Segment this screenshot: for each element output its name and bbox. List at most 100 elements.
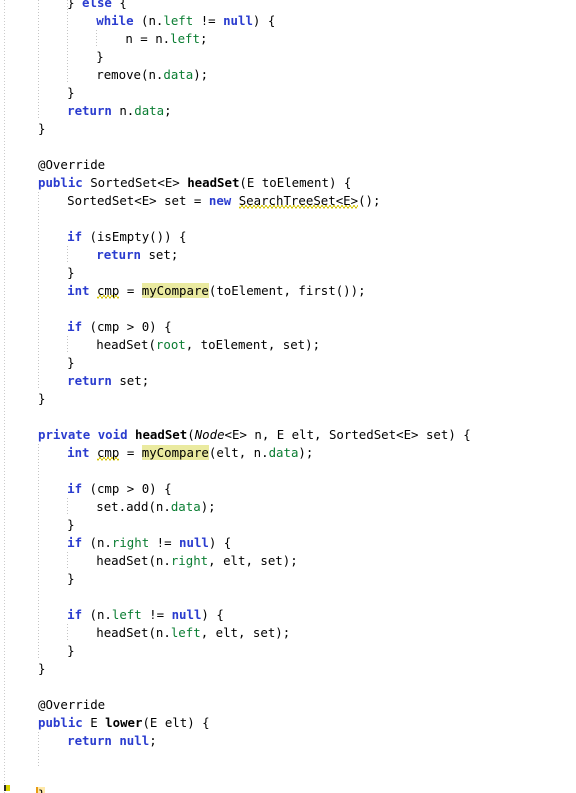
- code-line[interactable]: [0, 678, 576, 696]
- code-line[interactable]: @Override: [0, 156, 576, 174]
- code-line[interactable]: [0, 462, 576, 480]
- field-token: left: [163, 13, 194, 28]
- code-text-area[interactable]: } else {while (n.left != null) {n = n.le…: [0, 0, 576, 793]
- code-line[interactable]: [0, 750, 576, 768]
- keyword-token: null: [179, 535, 209, 550]
- code-editor[interactable]: } else {while (n.left != null) {n = n.le…: [0, 0, 576, 793]
- code-line[interactable]: while (n.left != null) {: [0, 12, 576, 30]
- keyword-token: if: [67, 481, 83, 496]
- occurrence-highlight-token: myCompare: [141, 283, 209, 298]
- code-line[interactable]: public SortedSet<E> headSet(E toElement)…: [0, 174, 576, 192]
- code-token: !=: [141, 607, 172, 622]
- code-line-text: int cmp = myCompare(toElement, first());: [67, 282, 366, 300]
- code-token: E: [82, 715, 106, 730]
- occurrence-highlight-token: myCompare: [141, 445, 209, 460]
- warning-marker-icon[interactable]: [4, 785, 10, 791]
- indent-guide: [38, 480, 39, 498]
- keyword-token: private: [38, 427, 91, 442]
- indent-guide: [38, 552, 39, 570]
- code-line[interactable]: int cmp = myCompare(elt, n.data);: [0, 444, 576, 462]
- indent-guide: [67, 336, 68, 354]
- code-line[interactable]: return n.data;: [0, 102, 576, 120]
- code-line[interactable]: if (cmp > 0) {: [0, 480, 576, 498]
- code-token: (cmp > 0) {: [82, 481, 172, 496]
- code-token: (n.: [82, 535, 112, 550]
- code-line[interactable]: }: [0, 354, 576, 372]
- indent-guide: [38, 228, 39, 246]
- indent-guide: [38, 624, 39, 642]
- type-token: Node: [194, 427, 225, 442]
- code-line[interactable]: n = n.left;: [0, 30, 576, 48]
- code-line[interactable]: @Override: [0, 696, 576, 714]
- code-token: }: [67, 517, 75, 532]
- indent-guide: [67, 12, 68, 30]
- code-line-text: return set;: [96, 246, 178, 264]
- indent-guide: [38, 84, 39, 102]
- code-line[interactable]: }: [0, 84, 576, 102]
- code-token: }: [38, 121, 46, 136]
- code-token: }: [67, 0, 75, 10]
- code-token: }: [67, 85, 75, 100]
- code-line[interactable]: [0, 210, 576, 228]
- code-line-text: }: [67, 516, 74, 534]
- code-line[interactable]: private void headSet(Node<E> n, E elt, S…: [0, 426, 576, 444]
- code-line[interactable]: if (n.left != null) {: [0, 606, 576, 624]
- code-line[interactable]: remove(n.data);: [0, 66, 576, 84]
- code-line[interactable]: }: [0, 48, 576, 66]
- code-line[interactable]: public E lower(E elt) {: [0, 714, 576, 732]
- code-line[interactable]: }: [0, 264, 576, 282]
- code-line[interactable]: }: [0, 786, 576, 793]
- code-line[interactable]: return null;: [0, 732, 576, 750]
- code-line[interactable]: SortedSet<E> set = new SearchTreeSet<E>(…: [0, 192, 576, 210]
- code-token: , toElement, set);: [185, 337, 321, 352]
- code-line[interactable]: }: [0, 642, 576, 660]
- code-token: headSet(n.: [96, 625, 171, 640]
- code-line[interactable]: [0, 408, 576, 426]
- code-line[interactable]: [0, 300, 576, 318]
- code-token: SortedSet<E>: [82, 175, 188, 190]
- code-token: }: [67, 571, 75, 586]
- code-token: set;: [111, 373, 150, 388]
- warning-underlined-token: SearchTreeSet<E>: [238, 193, 359, 208]
- code-line-text: }: [67, 84, 74, 102]
- indent-guide: [38, 750, 39, 768]
- code-line-text: while (n.left != null) {: [96, 12, 275, 30]
- code-line[interactable]: return set;: [0, 372, 576, 390]
- indent-guide: [67, 66, 68, 84]
- code-line[interactable]: }: [0, 390, 576, 408]
- code-line[interactable]: }: [0, 120, 576, 138]
- code-line[interactable]: }: [0, 660, 576, 678]
- code-line-text: if (cmp > 0) {: [67, 480, 171, 498]
- code-line[interactable]: if (n.right != null) {: [0, 534, 576, 552]
- code-line-text: }: [38, 660, 45, 678]
- code-token: <E> n, E elt, SortedSet<E> set) {: [224, 427, 471, 442]
- indent-guide: [38, 192, 39, 210]
- code-line[interactable]: [0, 768, 576, 786]
- code-line[interactable]: if (cmp > 0) {: [0, 318, 576, 336]
- code-token: (E elt) {: [142, 715, 210, 730]
- code-line[interactable]: [0, 588, 576, 606]
- field-token: data: [268, 445, 299, 460]
- code-token: headSet(: [96, 337, 156, 352]
- code-line[interactable]: headSet(n.left, elt, set);: [0, 624, 576, 642]
- indent-guide: [38, 732, 39, 750]
- code-line-text: }: [38, 786, 46, 793]
- code-line[interactable]: headSet(n.right, elt, set);: [0, 552, 576, 570]
- code-line[interactable]: set.add(n.data);: [0, 498, 576, 516]
- keyword-token: new: [208, 193, 232, 208]
- code-line-text: }: [67, 642, 74, 660]
- code-line[interactable]: }: [0, 516, 576, 534]
- indent-guide: [67, 498, 68, 516]
- code-line[interactable]: int cmp = myCompare(toElement, first());: [0, 282, 576, 300]
- code-line[interactable]: return set;: [0, 246, 576, 264]
- code-line-text: headSet(n.left, elt, set);: [96, 624, 290, 642]
- code-line[interactable]: [0, 138, 576, 156]
- code-token: (n.: [82, 607, 112, 622]
- code-line[interactable]: }: [0, 570, 576, 588]
- code-line[interactable]: headSet(root, toElement, set);: [0, 336, 576, 354]
- code-line[interactable]: } else {: [0, 0, 576, 12]
- indent-guide: [38, 588, 39, 606]
- code-line[interactable]: if (isEmpty()) {: [0, 228, 576, 246]
- indent-guide: [38, 570, 39, 588]
